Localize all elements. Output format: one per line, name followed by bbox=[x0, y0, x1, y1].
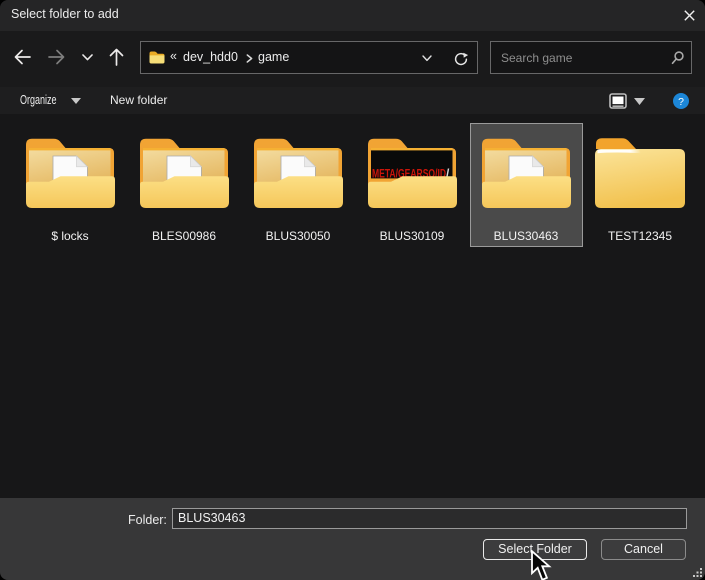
svg-text:?: ? bbox=[678, 96, 684, 108]
